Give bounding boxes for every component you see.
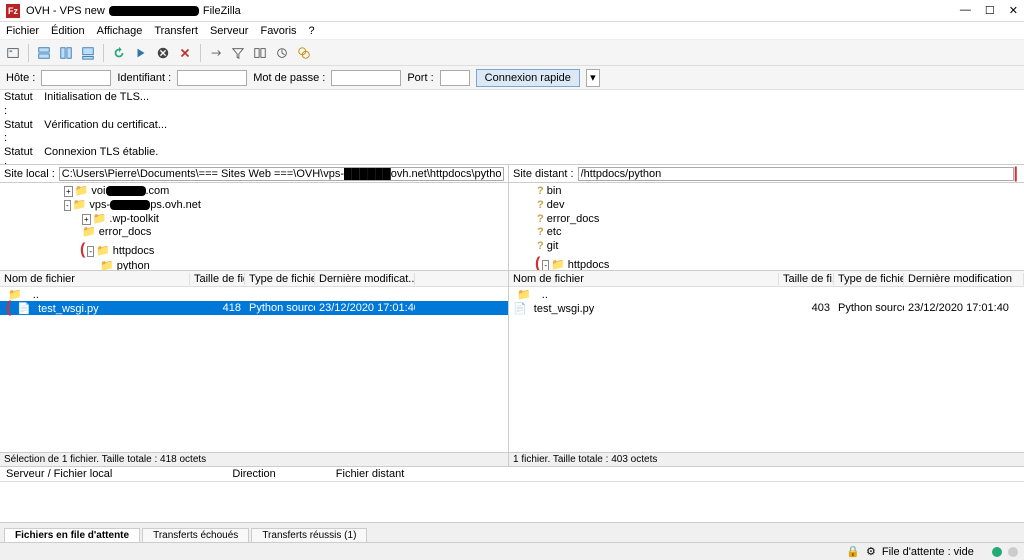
queue-col-local: Serveur / Fichier local <box>6 468 112 480</box>
remote-path-input[interactable] <box>578 167 1014 181</box>
local-pane: Site local : +📁 voi.com-📁 vps-ps.ovh.net… <box>0 165 509 466</box>
port-label: Port : <box>407 72 433 84</box>
quickconnect-bar: Hôte : Identifiant : Mot de passe : Port… <box>0 66 1024 90</box>
toggle-log-icon[interactable] <box>35 44 53 62</box>
queue-header: Serveur / Fichier local Direction Fichie… <box>0 466 1024 482</box>
remote-path-label: Site distant : <box>513 168 574 180</box>
maximize-button[interactable]: ☐ <box>985 4 995 17</box>
search-icon[interactable] <box>295 44 313 62</box>
status-dot <box>1008 547 1018 557</box>
status-bar: 🔒 ⚙ File d'attente : vide <box>0 542 1024 560</box>
app-icon: Fz <box>6 4 20 18</box>
menu-edit[interactable]: Édition <box>51 25 85 37</box>
tab-failed[interactable]: Transferts échoués <box>142 528 249 542</box>
tree-node[interactable]: (-📁 httpdocs <box>513 254 1020 271</box>
local-status: Sélection de 1 fichier. Taille totale : … <box>0 452 508 466</box>
compare-icon[interactable] <box>251 44 269 62</box>
window-title-prefix: OVH - VPS new <box>26 5 105 17</box>
minimize-button[interactable]: — <box>960 4 971 17</box>
tree-node[interactable]: ? bin <box>513 185 1020 199</box>
toggle-queue-icon[interactable] <box>79 44 97 62</box>
tab-queued[interactable]: Fichiers en file d'attente <box>4 528 140 542</box>
reconnect-icon[interactable] <box>207 44 225 62</box>
menu-file[interactable]: Fichier <box>6 25 39 37</box>
remote-file-list[interactable]: Nom de fichier Taille de fi... Type de f… <box>509 271 1024 452</box>
local-path-input[interactable] <box>59 167 504 181</box>
tree-node[interactable]: ? error_docs <box>513 213 1020 227</box>
status-dot <box>992 547 1002 557</box>
tree-node[interactable]: ? dev <box>513 199 1020 213</box>
title-bar: Fz OVH - VPS new FileZilla — ☐ ✕ <box>0 0 1024 22</box>
remote-tree[interactable]: ? bin? dev? error_docs? etc? git(-📁 http… <box>509 183 1024 271</box>
menu-help[interactable]: ? <box>309 25 315 37</box>
pass-label: Mot de passe : <box>253 72 325 84</box>
redacted <box>109 6 199 16</box>
menu-view[interactable]: Affichage <box>97 25 143 37</box>
pass-input[interactable] <box>331 70 401 86</box>
refresh-icon[interactable] <box>110 44 128 62</box>
queue-col-remote: Fichier distant <box>336 468 404 480</box>
local-tree[interactable]: +📁 voi.com-📁 vps-ps.ovh.net+📁 .wp-toolki… <box>0 183 508 271</box>
queue-col-direction: Direction <box>232 468 275 480</box>
gear-icon[interactable]: ⚙ <box>866 545 876 558</box>
tree-node[interactable]: ? git <box>513 240 1020 254</box>
user-input[interactable] <box>177 70 247 86</box>
disconnect-icon[interactable] <box>176 44 194 62</box>
process-queue-icon[interactable] <box>132 44 150 62</box>
remote-pane: Site distant : | ? bin? dev? error_docs?… <box>509 165 1024 466</box>
status-log[interactable]: Statut : Initialisation de TLS...Statut … <box>0 90 1024 165</box>
window-title-suffix: FileZilla <box>203 5 241 17</box>
user-label: Identifiant : <box>117 72 171 84</box>
quickconnect-dropdown[interactable]: ▾ <box>586 69 600 87</box>
local-list-header[interactable]: Nom de fichier Taille de fic... Type de … <box>0 271 508 287</box>
menu-transfer[interactable]: Transfert <box>154 25 198 37</box>
toolbar <box>0 40 1024 66</box>
cancel-icon[interactable] <box>154 44 172 62</box>
queue-status-label: File d'attente : vide <box>882 546 974 558</box>
lock-icon[interactable]: 🔒 <box>846 545 860 558</box>
queue-body[interactable] <box>0 482 1024 522</box>
parent-dir-row[interactable]: 📁 .. <box>509 287 1024 301</box>
close-button[interactable]: ✕ <box>1009 4 1018 17</box>
site-manager-icon[interactable] <box>4 44 22 62</box>
file-row[interactable]: 📄 test_wsgi.py 403 Python source file 23… <box>509 301 1024 315</box>
tree-node[interactable]: -📁 vps-ps.ovh.net <box>4 199 504 213</box>
menu-bookmarks[interactable]: Favoris <box>260 25 296 37</box>
sync-icon[interactable] <box>273 44 291 62</box>
panes: Site local : +📁 voi.com-📁 vps-ps.ovh.net… <box>0 165 1024 466</box>
tree-node[interactable]: (-📁 httpdocs <box>4 240 504 260</box>
tree-node[interactable]: +📁 .wp-toolkit <box>4 213 504 227</box>
filter-icon[interactable] <box>229 44 247 62</box>
tree-node[interactable]: ? etc <box>513 226 1020 240</box>
local-path-label: Site local : <box>4 168 55 180</box>
toggle-tree-icon[interactable] <box>57 44 75 62</box>
queue-tabs: Fichiers en file d'attente Transferts éc… <box>0 522 1024 542</box>
host-input[interactable] <box>41 70 111 86</box>
quickconnect-button[interactable]: Connexion rapide <box>476 69 580 87</box>
file-row[interactable]: (📄 test_wsgi.py 418 Python source ... 23… <box>0 301 508 315</box>
tree-node[interactable]: 📁 error_docs <box>4 226 504 240</box>
menu-bar: Fichier Édition Affichage Transfert Serv… <box>0 22 1024 40</box>
tree-node[interactable]: 📁 python <box>4 260 504 271</box>
local-file-list[interactable]: Nom de fichier Taille de fic... Type de … <box>0 271 508 452</box>
host-label: Hôte : <box>6 72 35 84</box>
tab-success[interactable]: Transferts réussis (1) <box>251 528 367 542</box>
port-input[interactable] <box>440 70 470 86</box>
menu-server[interactable]: Serveur <box>210 25 249 37</box>
tree-node[interactable]: +📁 voi.com <box>4 185 504 199</box>
remote-list-header[interactable]: Nom de fichier Taille de fi... Type de f… <box>509 271 1024 287</box>
remote-status: 1 fichier. Taille totale : 403 octets <box>509 452 1024 466</box>
